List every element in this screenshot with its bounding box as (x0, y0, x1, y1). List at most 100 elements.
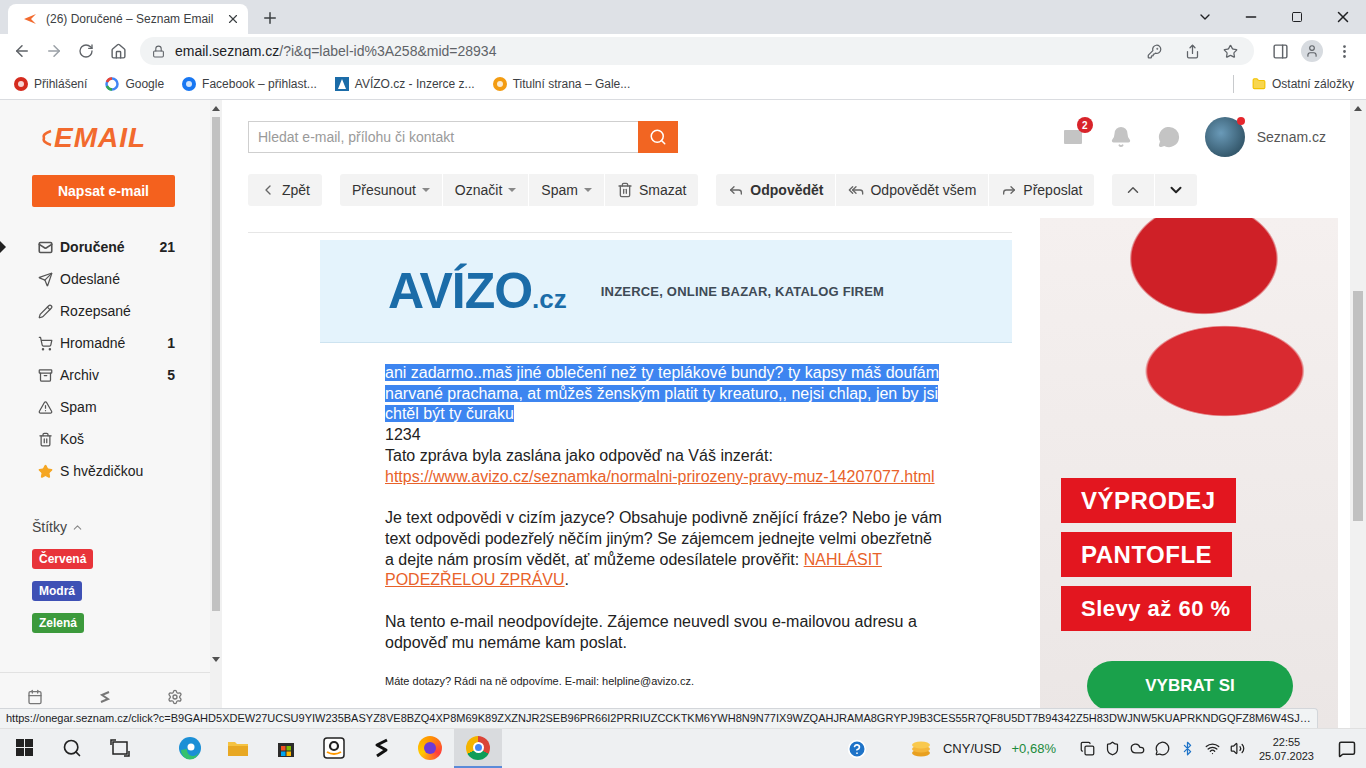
selected-text[interactable]: ani zadarmo..maš jiné oblečení než ty te… (385, 364, 939, 422)
taskbar-app[interactable] (454, 729, 502, 768)
taskbar-app[interactable] (262, 729, 310, 768)
sidebar-item[interactable]: Archiv5 (0, 359, 175, 391)
scroll-up-icon[interactable] (212, 106, 220, 111)
taskbar-app[interactable] (166, 729, 214, 768)
toolbar-button[interactable]: Odpovědět (716, 174, 835, 206)
tray-shield-icon[interactable] (1105, 741, 1120, 756)
settings-icon[interactable] (167, 689, 183, 705)
notice-paragraph: Na tento e-mail neodpovídejte. Zájemce n… (385, 612, 945, 653)
ad-banner[interactable]: VÝPRODEJPANTOFLESlevy až 60 %VYBRAT SI (1040, 218, 1338, 728)
menu-button[interactable] (1328, 36, 1360, 66)
toolbar-button[interactable]: Přeposlat (988, 174, 1094, 206)
label-row[interactable]: Modrá (0, 575, 210, 607)
avizo-favicon-icon (335, 77, 349, 91)
sidebar-scrollbar[interactable] (210, 100, 222, 728)
scroll-down-icon[interactable] (212, 657, 220, 662)
compose-button[interactable]: Napsat e-mail (32, 175, 175, 207)
sidebar-item[interactable]: Koš (0, 423, 175, 455)
sidebar-item[interactable]: Hromadné1 (0, 327, 175, 359)
close-button[interactable] (1320, 0, 1366, 34)
search-button[interactable] (638, 121, 678, 153)
wifi-icon[interactable] (1205, 741, 1220, 756)
notifications-button[interactable] (1097, 121, 1145, 153)
label-row[interactable]: Červená (0, 543, 210, 575)
bookmark[interactable]: Facebook – přihlast... (182, 77, 317, 91)
forward-button[interactable] (38, 36, 70, 66)
address-bar[interactable]: email.seznam.cz/?i&q=label-id%3A258&mid=… (140, 37, 1254, 65)
toolbar-button[interactable]: Odpovědět všem (835, 174, 988, 206)
profile-button[interactable] (1296, 36, 1328, 66)
sidebar-item[interactable]: S hvězdičkou (0, 455, 175, 487)
taskbar-search[interactable] (48, 729, 96, 768)
labels-header[interactable]: Štítky (32, 511, 210, 543)
taskbar-app[interactable] (310, 729, 358, 768)
main-scrollbar[interactable] (1350, 100, 1366, 728)
ad-link[interactable]: https://www.avizo.cz/seznamka/normalni-p… (385, 468, 935, 485)
bookmark[interactable]: Titulní strana – Gale... (493, 77, 631, 91)
bookmark[interactable]: Přihlášení (14, 77, 87, 91)
reload-button[interactable] (70, 36, 102, 66)
sidebar-item[interactable]: Rozepsané (0, 295, 175, 327)
other-bookmarks[interactable]: Ostatní záložky (1252, 77, 1354, 91)
previous-message-button[interactable] (1112, 174, 1154, 206)
seznam-s-icon[interactable] (97, 689, 113, 705)
bluetooth-icon[interactable] (1180, 741, 1195, 756)
report-link[interactable]: NAHLÁSIT PODEZŘELOU ZPRÁVU (385, 551, 882, 589)
calendar-icon[interactable] (27, 689, 43, 705)
sidebar-item[interactable]: Spam (0, 391, 175, 423)
tray-copy-icon[interactable] (1080, 741, 1095, 756)
scrollbar-thumb[interactable] (1353, 291, 1363, 521)
toolbar-button[interactable]: Smazat (604, 174, 698, 206)
minimize-button[interactable] (1228, 0, 1274, 34)
stock-icon[interactable] (909, 739, 933, 759)
chat-button[interactable] (1145, 121, 1193, 153)
status-url: https://onegar.seznam.cz/click?c=B9GAHD5… (0, 708, 1318, 728)
toolbar-button[interactable]: Zpět (248, 174, 322, 206)
toolbar-button[interactable]: Přesunout (340, 174, 442, 206)
restore-button[interactable] (1274, 0, 1320, 34)
folder-count: 21 (159, 239, 175, 255)
sidebar-item[interactable]: Doručené21 (0, 231, 175, 263)
avatar[interactable] (1205, 117, 1245, 157)
toolbar-button[interactable]: Spam (528, 174, 604, 206)
notification-icon[interactable] (1338, 740, 1356, 758)
account-name[interactable]: Seznam.cz (1257, 129, 1326, 145)
volume-icon[interactable] (1230, 741, 1245, 756)
tray-chat-icon[interactable] (1155, 741, 1170, 756)
ad-link-paragraph: https://www.avizo.cz/seznamka/normalni-p… (385, 467, 945, 488)
next-message-button[interactable] (1154, 174, 1197, 206)
avizo-logo[interactable]: AVÍZO.cz (388, 262, 567, 320)
tab-search-button[interactable] (1182, 0, 1228, 34)
sidebar-item[interactable]: Odeslané (0, 263, 175, 295)
password-button[interactable] (1140, 44, 1168, 59)
ad-button[interactable]: VYBRAT SI (1087, 661, 1293, 711)
side-panel-button[interactable] (1264, 36, 1296, 66)
tray-cloud-icon[interactable] (1130, 741, 1145, 756)
mail-notifications[interactable]: 2 (1049, 121, 1097, 153)
start-button[interactable] (0, 729, 48, 768)
back-button[interactable] (6, 36, 38, 66)
share-button[interactable] (1178, 44, 1206, 59)
task-view[interactable] (96, 729, 144, 768)
help-icon[interactable] (847, 739, 867, 759)
bookmark[interactable]: Google (105, 77, 164, 91)
toolbar-button[interactable]: Označit (442, 174, 528, 206)
scroll-up-icon[interactable] (1354, 106, 1362, 111)
taskbar-app[interactable] (214, 729, 262, 768)
side-panel-icon (1272, 43, 1289, 60)
email-logo[interactable]: EMAIL (40, 118, 210, 158)
scrollbar-thumb[interactable] (212, 117, 220, 611)
clock[interactable]: 22:5525.07.2023 (1259, 735, 1314, 763)
bookmark[interactable]: AVÍZO.cz - Inzerce z... (335, 77, 475, 91)
message-code: 1234 (385, 425, 945, 446)
close-tab-icon[interactable] (226, 12, 240, 26)
browser-tab[interactable]: (26) Doručené – Seznam Email (8, 4, 248, 34)
label-row[interactable]: Zelená (0, 607, 210, 639)
bookmark-button[interactable] (1216, 44, 1244, 59)
new-tab-button[interactable] (256, 4, 284, 32)
search-input[interactable] (248, 121, 638, 153)
home-button[interactable] (102, 36, 134, 66)
taskbar-app[interactable] (358, 729, 406, 768)
mail-badge: 2 (1077, 117, 1093, 133)
taskbar-app[interactable] (406, 729, 454, 768)
